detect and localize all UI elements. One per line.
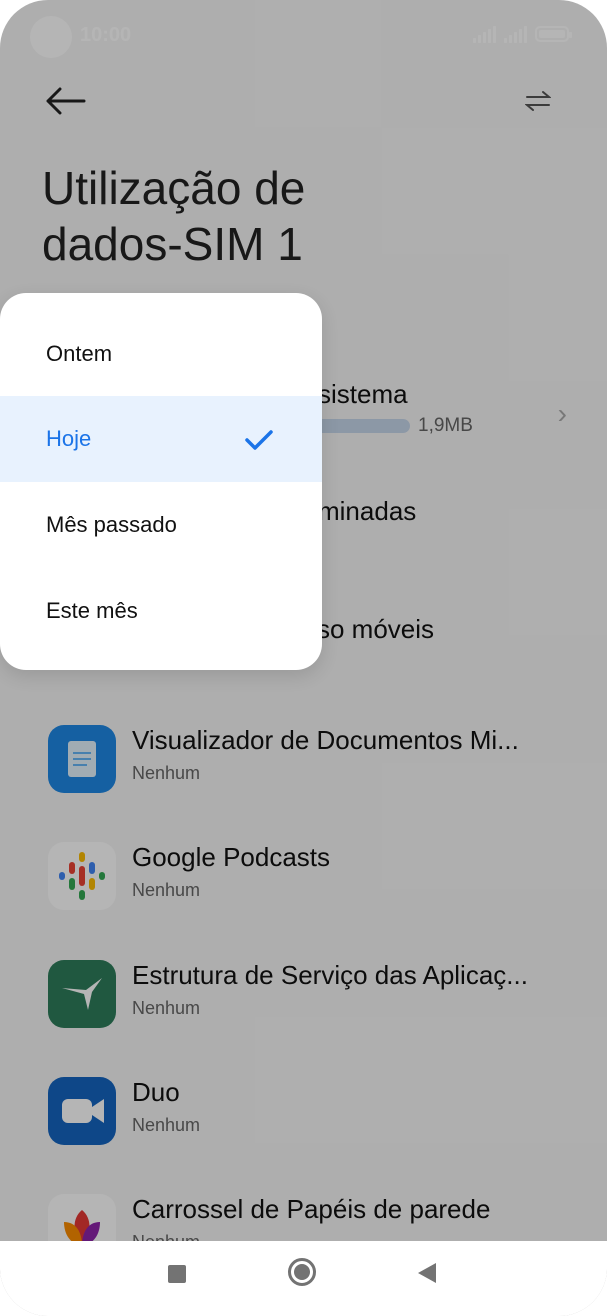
system-nav-bar [0, 1241, 607, 1316]
menu-item-label: Este mês [46, 598, 138, 623]
back-button[interactable] [418, 1263, 436, 1283]
menu-item-ontem[interactable]: Ontem [0, 311, 322, 397]
menu-item-label: Mês passado [46, 512, 177, 537]
phone-frame: 10:00 Utilização de dados-SIM 1 sistema … [0, 0, 607, 1316]
menu-item-label: Ontem [46, 341, 113, 366]
check-icon [245, 430, 273, 450]
recents-button[interactable] [168, 1265, 186, 1283]
period-dropdown-menu: Ontem Hoje Mês passado Este mês [0, 293, 322, 670]
screen: 10:00 Utilização de dados-SIM 1 sistema … [0, 0, 607, 1316]
home-button[interactable] [288, 1258, 316, 1286]
menu-item-label: Hoje [46, 426, 92, 451]
menu-item-este-mes[interactable]: Este mês [0, 568, 322, 654]
menu-item-hoje[interactable]: Hoje [0, 396, 322, 482]
menu-item-mes-passado[interactable]: Mês passado [0, 482, 322, 568]
